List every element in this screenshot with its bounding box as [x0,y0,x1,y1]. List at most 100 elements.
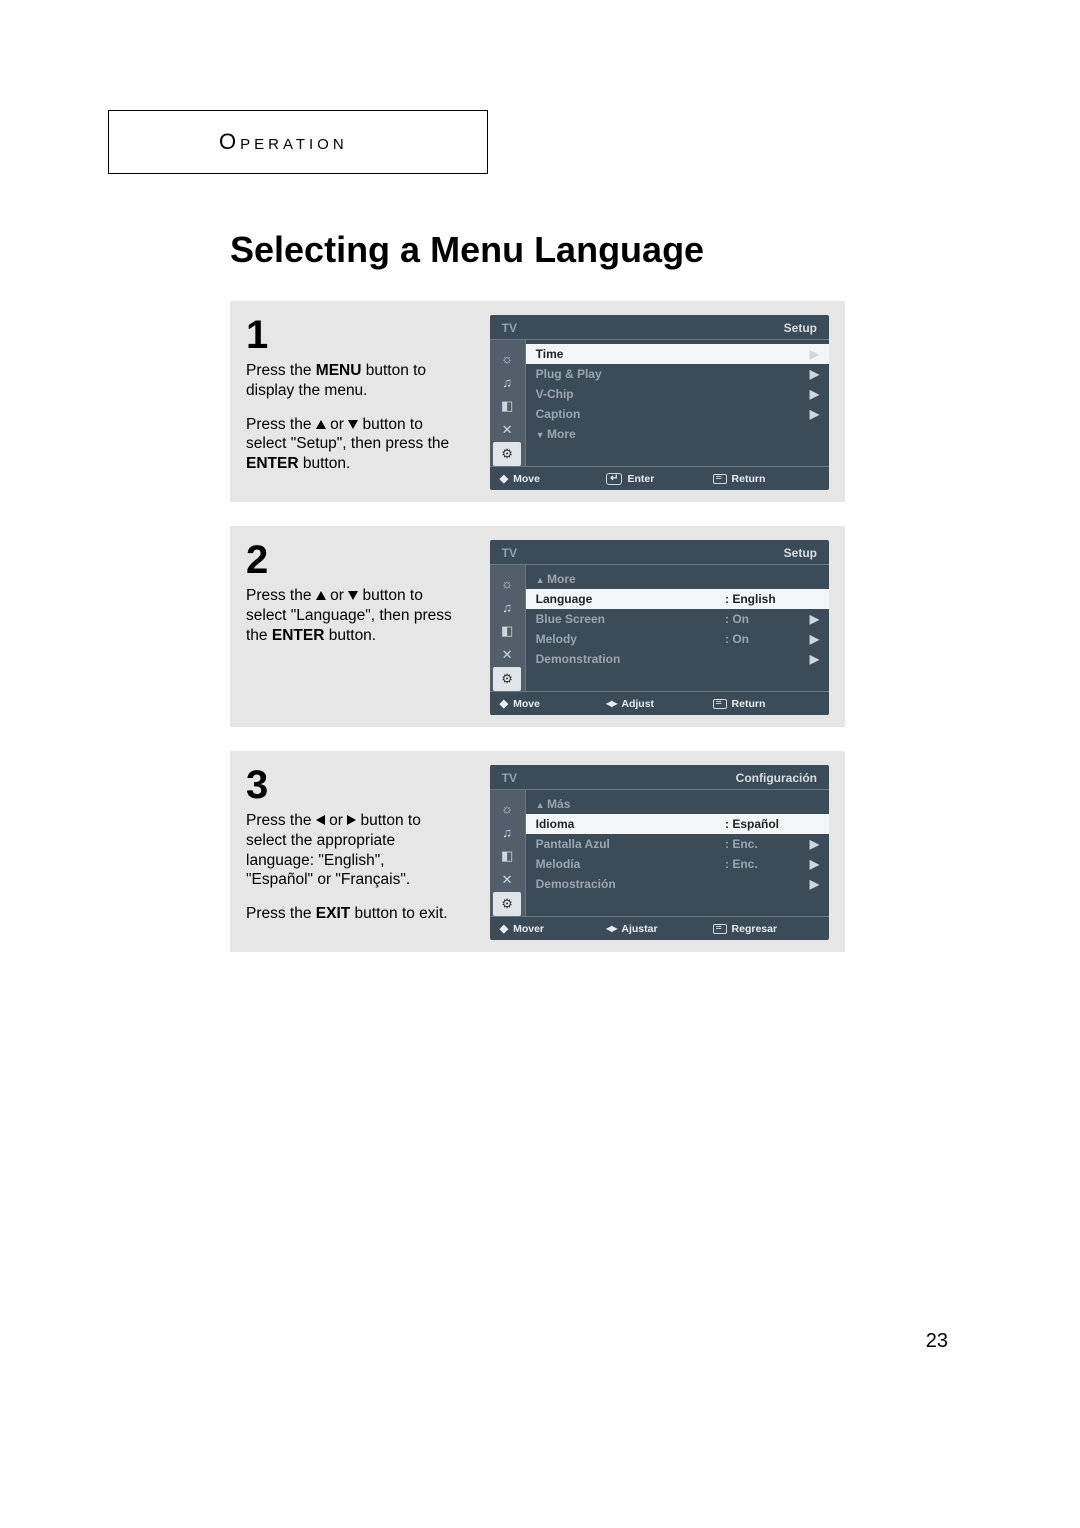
step-2-block: 2 Press the or button to select "Languag… [230,526,845,727]
osd-icon-channel: ◧ [493,619,521,643]
osd-footer: Move Enter Return [490,466,829,490]
osd-menu-list: Más Idioma : Español Pantalla Azul : Enc… [526,790,829,916]
osd-icon-strip: ☼ ♫ ◧ ✕ ⚙ [490,565,526,691]
step-1-para-1: Press the MENU button to display the men… [246,361,454,401]
osd-row-idioma: Idioma : Español [526,814,829,834]
osd-header: TV Configuración [490,765,829,789]
osd-tv-label: TV [502,546,517,560]
osd-icon-channel: ◧ [493,394,521,418]
section-label: Operation [219,129,348,154]
osd-menu-list: More Language : English Blue Screen : On… [526,565,829,691]
return-icon [713,474,727,484]
osd-row-plugplay: Plug & Play▶ [526,364,829,384]
manual-page: Operation Selecting a Menu Language 1 Pr… [120,110,960,976]
osd-icon-mute: ✕ [493,868,521,892]
osd-icon-picture: ☼ [493,571,521,595]
osd-icon-channel: ◧ [493,844,521,868]
step-3-block: 3 Press the or button to select the appr… [230,751,845,952]
osd-icon-strip: ☼ ♫ ◧ ✕ ⚙ [490,340,526,466]
chevron-right-icon: ▶ [805,387,819,401]
osd-screenshot-1: TV Setup ☼ ♫ ◧ ✕ ⚙ Time▶ Plug & Play▶ [490,315,829,490]
step-1-number: 1 [246,315,454,355]
step-1-block: 1 Press the MENU button to display the m… [230,301,845,502]
adjust-icon [606,924,616,933]
osd-tv-label: TV [502,771,517,785]
osd-foot-ajustar: Ajustar [606,922,712,935]
osd-row-melody: Melody : On ▶ [526,629,829,649]
osd-row-language: Language : English [526,589,829,609]
osd-menu-list: Time▶ Plug & Play▶ V-Chip▶ Caption▶ More [526,340,829,466]
chevron-right-icon: ▶ [805,857,819,871]
osd-icon-picture: ☼ [493,796,521,820]
step-1-para-2: Press the or button to select "Setup", t… [246,415,454,474]
right-arrow-icon [347,815,356,825]
chevron-right-icon: ▶ [805,632,819,646]
osd-icon-setup: ⚙ [493,667,521,691]
osd-icon-sound: ♫ [493,595,521,619]
osd-body: ☼ ♫ ◧ ✕ ⚙ Time▶ Plug & Play▶ V-Chip▶ [490,339,829,466]
move-icon [500,697,508,710]
up-arrow-icon [316,591,326,600]
chevron-right-icon: ▶ [805,837,819,851]
chevron-right-icon: ▶ [805,407,819,421]
osd-foot-mover: Mover [500,922,606,935]
step-2-text: 2 Press the or button to select "Languag… [246,540,454,715]
return-icon [713,699,727,709]
osd-row-demonstration: Demonstration ▶ [526,649,829,669]
adjust-icon [606,699,616,708]
osd-row-more: More [526,424,829,444]
osd-title: Setup [784,546,817,560]
osd-foot-enter: Enter [606,472,712,485]
osd-screenshot-3: TV Configuración ☼ ♫ ◧ ✕ ⚙ Más Idioma [490,765,829,940]
osd-row-more-up: More [526,569,829,589]
osd-row-caption: Caption▶ [526,404,829,424]
osd-tv-label: TV [502,321,517,335]
osd-row-melodia: Melodía : Enc. ▶ [526,854,829,874]
osd-foot-move: Move [500,697,606,710]
osd-row-pantalla: Pantalla Azul : Enc. ▶ [526,834,829,854]
down-arrow-icon [348,591,358,600]
section-header-box: Operation [108,110,488,174]
step-3-para-2: Press the EXIT button to exit. [246,904,454,924]
page-title: Selecting a Menu Language [230,229,960,271]
osd-row-bluescreen: Blue Screen : On ▶ [526,609,829,629]
chevron-right-icon: ▶ [805,652,819,666]
osd-foot-adjust: Adjust [606,697,712,710]
down-arrow-icon [348,420,358,429]
page-number: 23 [926,1330,948,1353]
step-3-number: 3 [246,765,454,805]
left-arrow-icon [316,815,325,825]
chevron-right-icon: ▶ [805,877,819,891]
osd-footer: Move Adjust Return [490,691,829,715]
step-2-number: 2 [246,540,454,580]
osd-foot-return: Return [713,697,819,710]
osd-icon-sound: ♫ [493,370,521,394]
osd-icon-setup: ⚙ [493,442,521,466]
osd-header: TV Setup [490,315,829,339]
osd-footer: Mover Ajustar Regresar [490,916,829,940]
step-2-para-1: Press the or button to select "Language"… [246,586,454,645]
up-arrow-icon [316,420,326,429]
osd-header: TV Setup [490,540,829,564]
osd-icon-sound: ♫ [493,820,521,844]
enter-icon [606,473,622,485]
osd-foot-regresar: Regresar [713,922,819,935]
osd-icon-mute: ✕ [493,643,521,667]
osd-row-vchip: V-Chip▶ [526,384,829,404]
chevron-right-icon: ▶ [805,367,819,381]
osd-icon-mute: ✕ [493,418,521,442]
osd-foot-move: Move [500,472,606,485]
osd-icon-setup: ⚙ [493,892,521,916]
chevron-right-icon: ▶ [805,347,819,361]
step-1-text: 1 Press the MENU button to display the m… [246,315,454,490]
osd-foot-return: Return [713,472,819,485]
osd-icon-picture: ☼ [493,346,521,370]
move-icon [500,472,508,485]
osd-row-mas: Más [526,794,829,814]
step-3-text: 3 Press the or button to select the appr… [246,765,454,940]
osd-screenshot-2: TV Setup ☼ ♫ ◧ ✕ ⚙ More Language [490,540,829,715]
chevron-right-icon: ▶ [805,612,819,626]
return-icon [713,924,727,934]
step-3-para-1: Press the or button to select the approp… [246,811,454,890]
osd-title: Setup [784,321,817,335]
